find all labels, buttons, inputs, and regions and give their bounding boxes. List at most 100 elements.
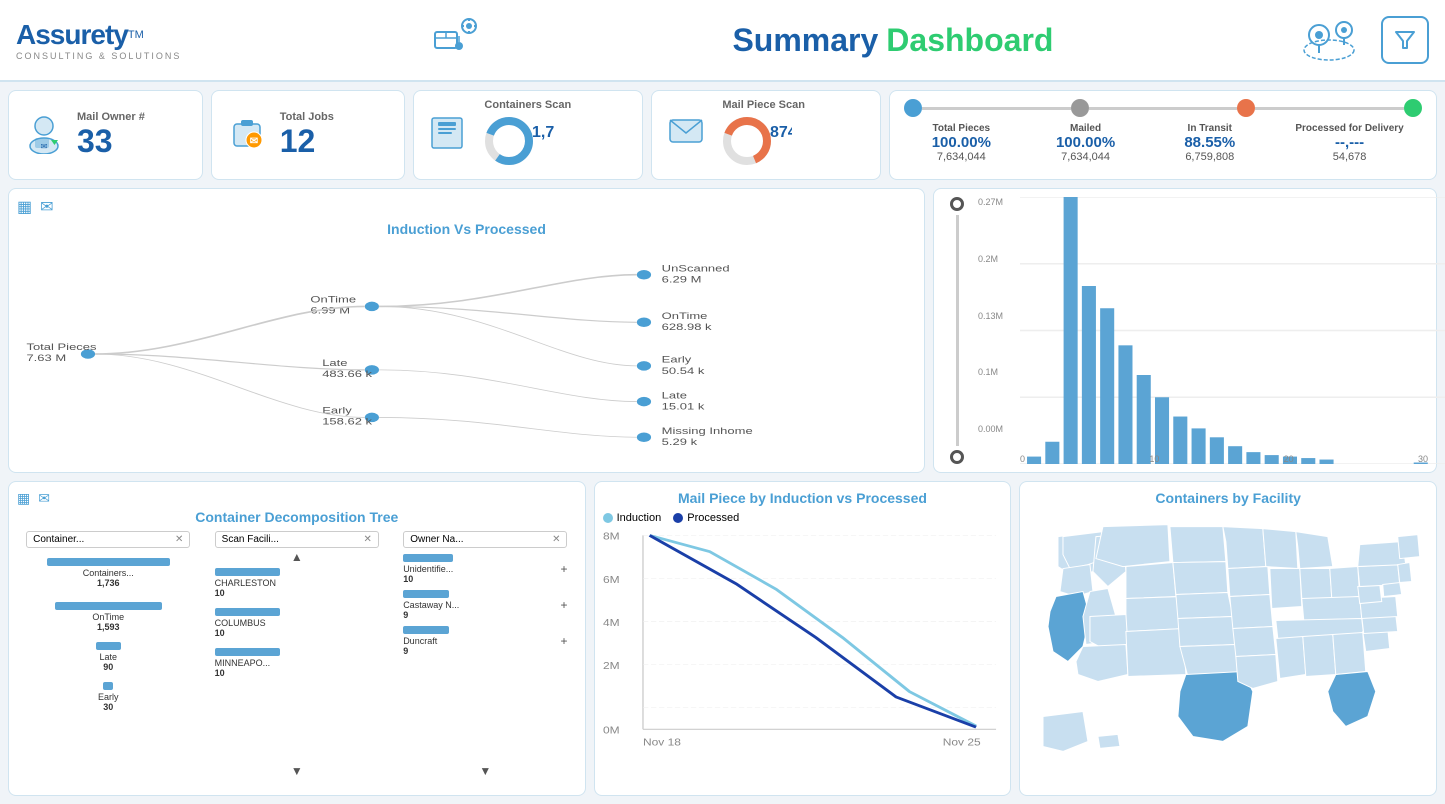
total-jobs-value: 12 [280, 123, 334, 160]
decomp-item-late: Late 90 [26, 642, 190, 672]
y-axis-labels: 0.27M 0.2M 0.13M 0.1M 0.00M [978, 197, 1018, 434]
tracking-in-transit: In Transit 88.55% 6,759,808 [1153, 123, 1267, 163]
decomp-item-minneapolis: MINNEAPO... 10 [215, 648, 379, 678]
decomp-value-castaway: 9 [403, 610, 459, 620]
svg-text:7.63 M: 7.63 M [26, 354, 66, 363]
tracking-card: Total Pieces 100.00% 7,634,044 Mailed 10… [889, 90, 1437, 180]
decomp-bar-unidentified [403, 554, 453, 562]
facility-map-title: Containers by Facility [1028, 490, 1428, 506]
svg-text:5.29 k: 5.29 k [662, 438, 698, 447]
tracking-count-4: 54,678 [1277, 151, 1422, 163]
decomp-value-containers: 1,736 [26, 578, 190, 588]
svg-text:Total Pieces: Total Pieces [26, 343, 97, 352]
decomp-bar-castaway [403, 590, 449, 598]
total-jobs-info: Total Jobs 12 [280, 111, 334, 160]
mailpiece-scan-icon [666, 108, 716, 163]
tracking-total-pieces: Total Pieces 100.00% 7,634,044 [904, 123, 1018, 163]
decomp-items-2: CHARLESTON 10 COLUMBUS 10 MINNEAPO... 10 [215, 568, 379, 688]
decomp-bar-charleston [215, 568, 281, 576]
decomp-header-1-close[interactable]: ✕ [175, 534, 183, 545]
decomp-header-3-label: Owner Na... [410, 534, 463, 545]
decomp-value-minneapolis: 10 [215, 668, 379, 678]
decomp-label-ontime: OnTime [26, 612, 190, 622]
decomp-plus-1[interactable]: + [560, 562, 567, 576]
decomp-value-duncraft: 9 [403, 646, 449, 656]
svg-text:Nov 25: Nov 25 [942, 737, 980, 748]
title-summary: Summary [732, 22, 878, 59]
legend-label-induction: Induction [617, 512, 662, 524]
decomp-header-2-label: Scan Facili... [222, 534, 279, 545]
us-map-svg [1028, 512, 1428, 781]
y-label-5: 0.00M [978, 424, 1018, 434]
decomp-header-1-label: Container... [33, 534, 84, 545]
induction-title: Induction Vs Processed [17, 221, 916, 237]
y-label-4: 0.1M [978, 367, 1018, 377]
decomp-bar-columbus [215, 608, 281, 616]
decomp-item-early: Early 30 [26, 682, 190, 712]
x-label-2: 10 [1149, 454, 1159, 464]
legend-processed: Processed [673, 512, 739, 524]
tracking-label-1: Total Pieces [904, 123, 1018, 134]
decomp-value-early: 30 [26, 702, 190, 712]
induction-icon-2: ✉ [40, 197, 53, 217]
containers-scan-label: Containers Scan [484, 99, 571, 111]
decomp-item-columbus: COLUMBUS 10 [215, 608, 379, 638]
decomp-header-2-close[interactable]: ✕ [364, 534, 372, 545]
tracking-pct-2: 100.00% [1029, 134, 1143, 151]
decomp-nav-2: Scan Facili... ✕ ▲ [215, 531, 379, 564]
svg-text:UnScanned: UnScanned [662, 264, 730, 273]
mailpiece-chart-card: Mail Piece by Induction vs Processed Ind… [594, 481, 1012, 796]
tracking-count-1: 7,634,044 [904, 151, 1018, 163]
decomp-col-2: Scan Facili... ✕ ▲ CHARLESTON 10 [206, 531, 389, 778]
decomp-item-castaway: Castaway N... 9 + [403, 590, 567, 620]
x-axis-labels: 0 10 20 30 [1020, 454, 1428, 464]
mailpiece-scan-label: Mail Piece Scan [722, 99, 805, 111]
svg-text:6.29 M: 6.29 M [662, 276, 702, 285]
decomp-label-duncraft: Duncraft [403, 636, 449, 646]
sankey-svg: Total Pieces 7.63 M OnTime 6.99 M Late 4… [17, 243, 916, 465]
decomp-plus-2[interactable]: + [560, 598, 567, 612]
svg-text:Late: Late [662, 391, 687, 400]
bars-svg: 0.00M 0.00M 0.00M 0.00M [1020, 197, 1445, 464]
decomp-label-unidentified: Unidentifie... [403, 564, 453, 574]
tracking-processed: Processed for Delivery --,--- 54,678 [1277, 123, 1422, 163]
decomp-value-unidentified: 10 [403, 574, 453, 584]
decomp-title: Container Decomposition Tree [17, 509, 577, 525]
decomp-down-3[interactable]: ▼ [479, 764, 491, 778]
tracking-label-4: Processed for Delivery [1277, 123, 1422, 134]
decomp-bar-ontime [55, 602, 162, 610]
step-line-3 [1255, 107, 1404, 110]
legend-dot-induction [603, 513, 613, 523]
tracking-pct-1: 100.00% [904, 134, 1018, 151]
scale-dot-bottom [950, 450, 964, 464]
tracking-label-2: Mailed [1029, 123, 1143, 134]
decomp-icons: ▦ ✉ [17, 490, 577, 507]
filter-button[interactable] [1381, 16, 1429, 64]
svg-text:158.62 k: 158.62 k [322, 417, 372, 426]
decomp-item-ontime: OnTime 1,593 [26, 602, 190, 632]
decomp-col-3: Owner Na... ✕ Unidentifie... 10 + [394, 531, 577, 778]
filter-icon [1394, 29, 1416, 51]
header-center [427, 18, 487, 63]
decomp-item-charleston: CHARLESTON 10 [215, 568, 379, 598]
decomp-bar-early [103, 682, 113, 690]
decomp-up-2[interactable]: ▲ [291, 550, 303, 564]
bar-chart-panel: 0.27M 0.2M 0.13M 0.1M 0.00M [978, 197, 1428, 464]
decomp-plus-3[interactable]: + [560, 634, 567, 648]
step-dot-3 [1237, 99, 1255, 117]
y-label-2: 0.2M [978, 254, 1018, 264]
title-dashboard: Dashboard [886, 22, 1053, 59]
logo-text: Assurety [16, 19, 128, 51]
step-line-2 [1089, 107, 1238, 110]
header: Assurety TM CONSULTING & SOLUTIONS [0, 0, 1445, 82]
map-pins-icon [1299, 15, 1369, 65]
legend-label-processed: Processed [687, 512, 739, 524]
facility-map-card: Containers by Facility [1019, 481, 1437, 796]
mailpiece-scan-card: Mail Piece Scan 874K [651, 90, 881, 180]
svg-text:15.01 k: 15.01 k [662, 402, 705, 411]
decomp-columns-container: Container... ✕ Containers... 1,736 [17, 531, 577, 778]
decomp-header-3-close[interactable]: ✕ [552, 534, 560, 545]
induction-card: ▦ ✉ Induction Vs Processed Total Pieces … [8, 188, 925, 473]
decomp-down-2[interactable]: ▼ [291, 764, 303, 778]
containers-scan-icon [428, 108, 478, 163]
